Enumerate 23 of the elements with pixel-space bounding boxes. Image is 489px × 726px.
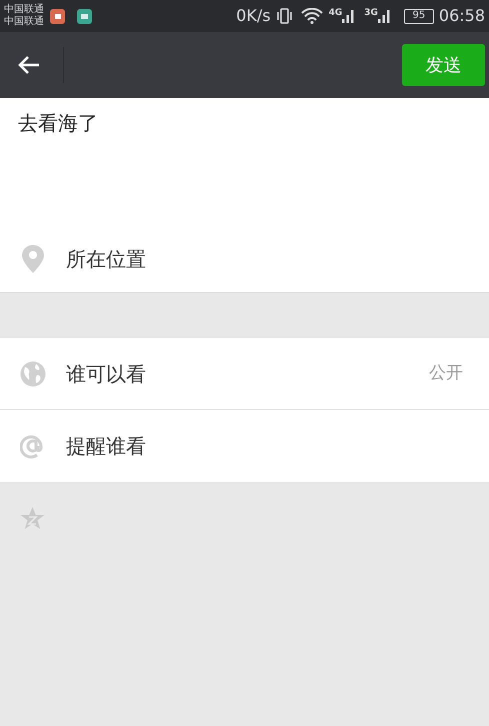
back-icon[interactable]	[17, 55, 41, 75]
battery-icon: 95	[404, 8, 434, 24]
option-value: 公开	[429, 362, 463, 385]
option-row[interactable]: 谁可以看 公开	[0, 338, 489, 410]
carrier-name: 中国联通	[4, 4, 44, 16]
vibrate-icon	[276, 8, 293, 24]
option-row[interactable]: 提醒谁看	[0, 410, 489, 482]
carrier-name: 中国联通	[4, 16, 44, 28]
globe-icon	[20, 360, 46, 386]
location-pin-icon	[21, 244, 45, 274]
option-label: 提醒谁看	[66, 433, 147, 460]
clock: 06:58	[438, 5, 485, 27]
network-speed: 0K/s	[236, 5, 271, 27]
location-row[interactable]: 所在位置	[0, 225, 489, 293]
notification-icon	[50, 8, 65, 24]
network-type: 3G	[364, 8, 378, 18]
notification-icon	[77, 8, 92, 24]
option-label: 所在位置	[66, 246, 147, 272]
signal-icon	[342, 8, 354, 24]
network-type: 4G	[328, 8, 342, 18]
option-label: 谁可以看	[66, 360, 147, 388]
wifi-icon	[300, 8, 323, 24]
signal-icon	[378, 8, 390, 24]
